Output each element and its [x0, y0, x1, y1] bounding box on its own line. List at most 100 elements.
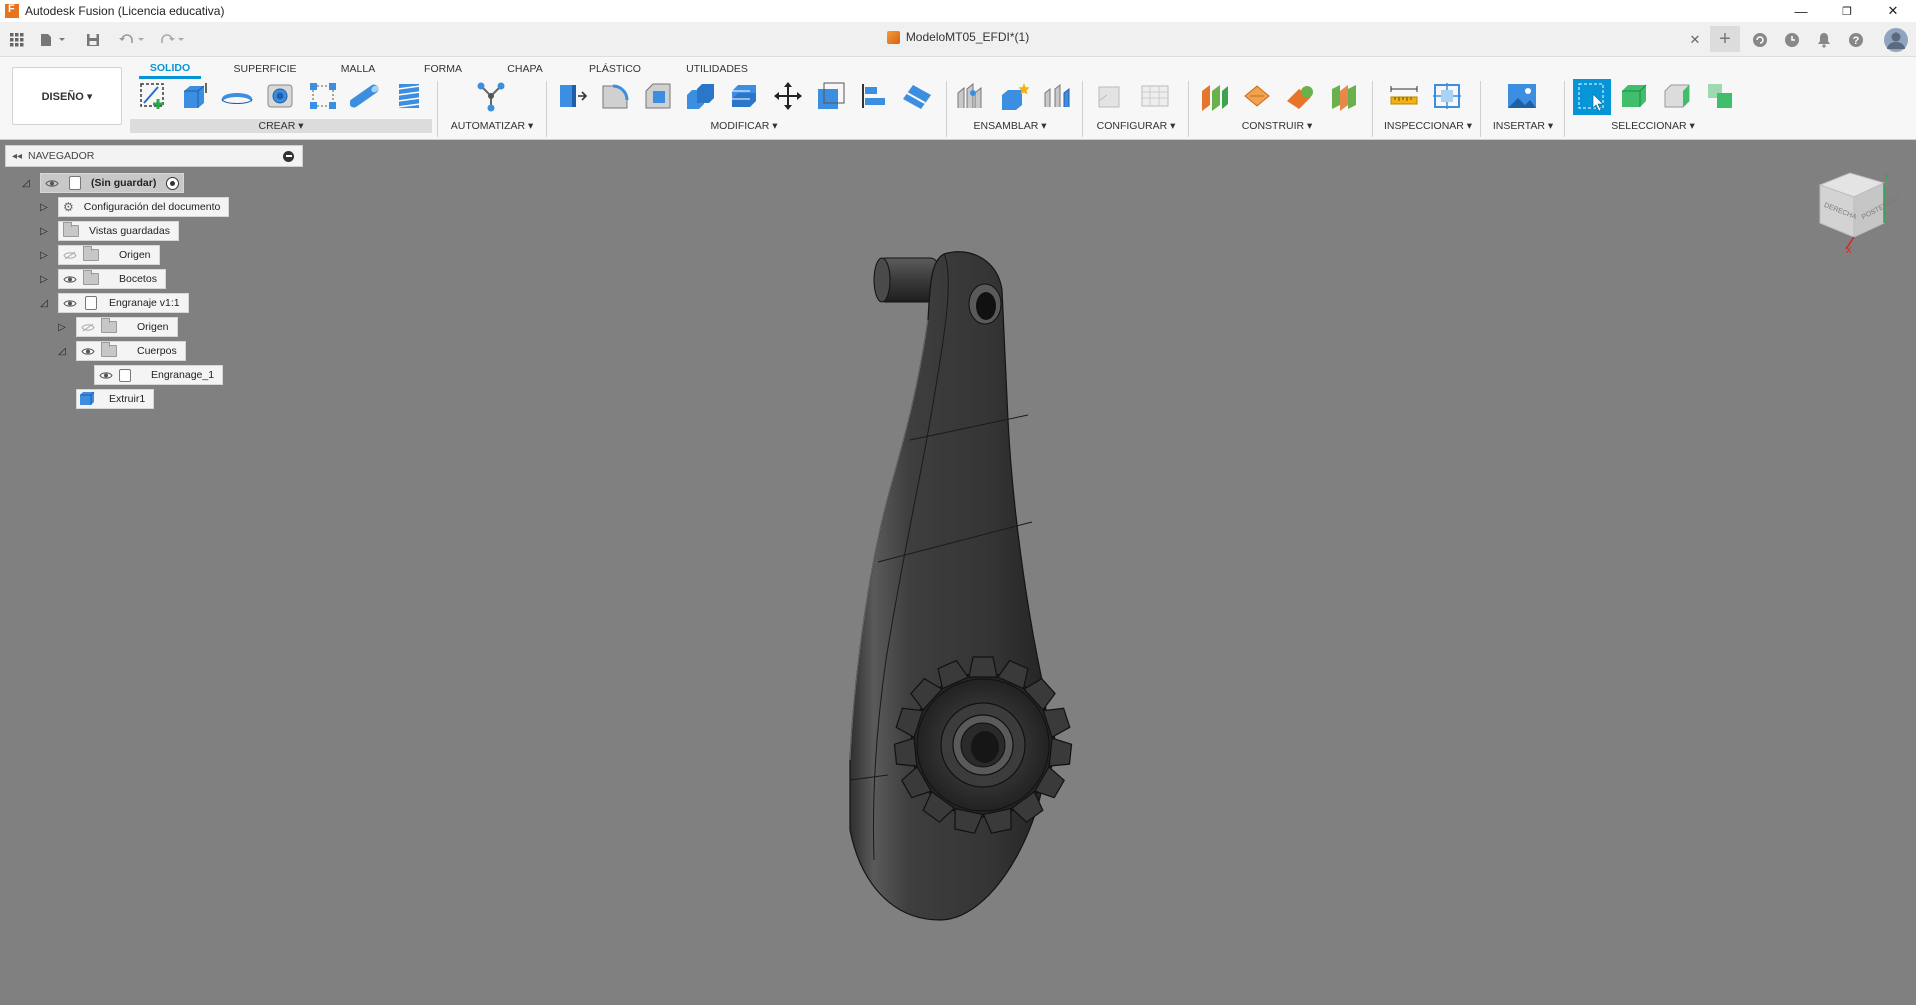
select-edges-icon[interactable]	[1703, 80, 1737, 112]
minimize-button[interactable]: —	[1778, 0, 1824, 22]
offset-plane-icon[interactable]	[1198, 80, 1232, 112]
tab-utilidades[interactable]: UTILIDADES	[680, 59, 754, 79]
automate-icon[interactable]	[474, 80, 508, 112]
move-copy-icon[interactable]	[771, 80, 805, 112]
timeline-feature-extrude[interactable]: Extruir1	[76, 389, 155, 409]
gear-lever-model[interactable]	[820, 240, 1120, 930]
pipe-icon[interactable]	[349, 80, 383, 112]
redo-icon[interactable]	[156, 29, 190, 51]
chamfer-icon[interactable]	[641, 80, 675, 112]
collapse-arrow-icon[interactable]: ◿	[20, 173, 32, 193]
navigator-item-label: Configuración del documento	[83, 201, 221, 213]
select-faces-icon[interactable]	[1660, 80, 1694, 112]
expand-arrow-icon[interactable]: ▷	[38, 269, 50, 289]
pattern-icon[interactable]	[306, 80, 340, 112]
navigator-item-saved-views[interactable]: ▷ Vistas guardadas	[38, 221, 179, 241]
scale-icon[interactable]	[814, 80, 848, 112]
undo-icon[interactable]	[116, 29, 150, 51]
align-icon[interactable]	[857, 80, 891, 112]
visibility-eye-icon[interactable]	[63, 274, 77, 284]
revolve-icon[interactable]	[220, 80, 254, 112]
visibility-eye-icon[interactable]	[99, 370, 113, 380]
group-automatizar[interactable]: AUTOMATIZAR ▾	[446, 119, 538, 133]
measure-icon[interactable]	[1387, 80, 1421, 112]
create-sketch-icon[interactable]	[136, 80, 170, 112]
expand-arrow-icon[interactable]: ▷	[38, 245, 50, 265]
shell-icon[interactable]	[727, 80, 761, 112]
midplane-icon[interactable]	[1327, 80, 1361, 112]
configure-icon[interactable]	[1094, 80, 1128, 112]
help-icon[interactable]: ?	[1845, 29, 1867, 51]
user-avatar[interactable]	[1883, 27, 1909, 53]
split-body-icon[interactable]	[900, 80, 934, 112]
collapse-arrow-icon[interactable]: ◿	[56, 341, 68, 361]
extrude-icon[interactable]	[178, 80, 212, 112]
root-component-label: (Sin guardar)	[91, 177, 157, 189]
joint-icon[interactable]	[955, 80, 989, 112]
new-component-icon[interactable]	[998, 80, 1032, 112]
tab-chapa[interactable]: CHAPA	[497, 59, 553, 79]
visibility-eye-icon[interactable]	[63, 298, 77, 308]
navigator-item-body[interactable]: Engranage_1	[94, 365, 224, 385]
tab-malla[interactable]: MALLA	[330, 59, 386, 79]
group-ensamblar[interactable]: ENSAMBLAR ▾	[960, 119, 1060, 133]
tangent-plane-icon[interactable]	[1284, 80, 1318, 112]
group-seleccionar[interactable]: SELECCIONAR ▾	[1600, 119, 1706, 133]
motion-link-icon[interactable]	[1041, 80, 1075, 112]
save-icon[interactable]	[82, 29, 104, 51]
group-construir[interactable]: CONSTRUIR ▾	[1230, 119, 1324, 133]
navigator-item-sub-origin[interactable]: ▷ Origen	[56, 317, 178, 337]
group-crear[interactable]: CREAR ▾	[130, 119, 432, 133]
insert-image-icon[interactable]	[1505, 80, 1539, 112]
component-icon	[85, 296, 97, 310]
notifications-clock-icon[interactable]	[1781, 29, 1803, 51]
fusion-logo-icon	[5, 3, 19, 18]
navigator-root-row[interactable]: ◿ (Sin guardar)	[20, 173, 185, 193]
hidden-eye-icon[interactable]	[81, 322, 95, 332]
fillet-icon[interactable]	[598, 80, 632, 112]
navigator-item-origin[interactable]: ▷ Origen	[38, 245, 160, 265]
group-modificar[interactable]: MODIFICAR ▾	[690, 119, 798, 133]
collapse-navigator-icon[interactable]: ◂◂	[6, 151, 28, 162]
visibility-eye-icon[interactable]	[81, 346, 95, 356]
document-title[interactable]: ModeloMT05_EFDI*(1)	[906, 30, 1029, 44]
combine-icon[interactable]	[684, 80, 718, 112]
visibility-eye-icon[interactable]	[45, 178, 59, 188]
navigator-item-gear-component[interactable]: ◿ Engranaje v1:1	[38, 293, 189, 313]
file-menu-icon[interactable]	[36, 29, 72, 51]
select-bodies-icon[interactable]	[1617, 80, 1651, 112]
tab-forma[interactable]: FORMA	[415, 59, 471, 79]
configuration-table-icon[interactable]	[1138, 80, 1172, 112]
select-icon[interactable]	[1573, 79, 1611, 115]
job-status-icon[interactable]	[1749, 29, 1771, 51]
data-panel-grid-icon[interactable]	[6, 29, 28, 51]
group-inspeccionar[interactable]: INSPECCIONAR ▾	[1380, 119, 1476, 133]
new-tab-button[interactable]: +	[1710, 26, 1740, 52]
navigator-item-sketches[interactable]: ▷ Bocetos	[38, 269, 166, 289]
tab-solido[interactable]: SOLIDO	[139, 59, 201, 79]
group-insertar[interactable]: INSERTAR ▾	[1488, 119, 1558, 133]
tab-plastico[interactable]: PLÁSTICO	[580, 59, 650, 79]
expand-arrow-icon[interactable]: ▷	[38, 197, 50, 217]
expand-arrow-icon[interactable]: ▷	[38, 221, 50, 241]
hole-icon[interactable]	[263, 80, 297, 112]
group-configurar[interactable]: CONFIGURAR ▾	[1090, 119, 1182, 133]
press-pull-icon[interactable]	[555, 80, 589, 112]
plane-at-angle-icon[interactable]	[1241, 80, 1275, 112]
navigator-options-icon[interactable]	[283, 150, 294, 162]
section-analysis-icon[interactable]	[1430, 80, 1464, 112]
close-window-button[interactable]: ✕	[1870, 0, 1916, 22]
close-document-button[interactable]: ✕	[1686, 29, 1704, 51]
bell-icon[interactable]	[1813, 29, 1835, 51]
hidden-eye-icon[interactable]	[63, 250, 77, 260]
viewcube[interactable]: X Y DERECHA POSTERIOR	[1810, 165, 1902, 255]
thread-icon[interactable]	[392, 80, 426, 112]
tab-superficie[interactable]: SUPERFICIE	[230, 59, 300, 79]
expand-arrow-icon[interactable]: ▷	[56, 317, 68, 337]
navigator-item-document-settings[interactable]: ▷ ⚙ Configuración del documento	[38, 197, 230, 217]
navigator-item-bodies[interactable]: ◿ Cuerpos	[56, 341, 186, 361]
restore-button[interactable]: ❐	[1824, 0, 1870, 22]
collapse-arrow-icon[interactable]: ◿	[38, 293, 50, 313]
activate-radio-icon[interactable]	[166, 176, 180, 190]
workspace-switcher-button[interactable]: DISEÑO ▾	[12, 67, 122, 125]
